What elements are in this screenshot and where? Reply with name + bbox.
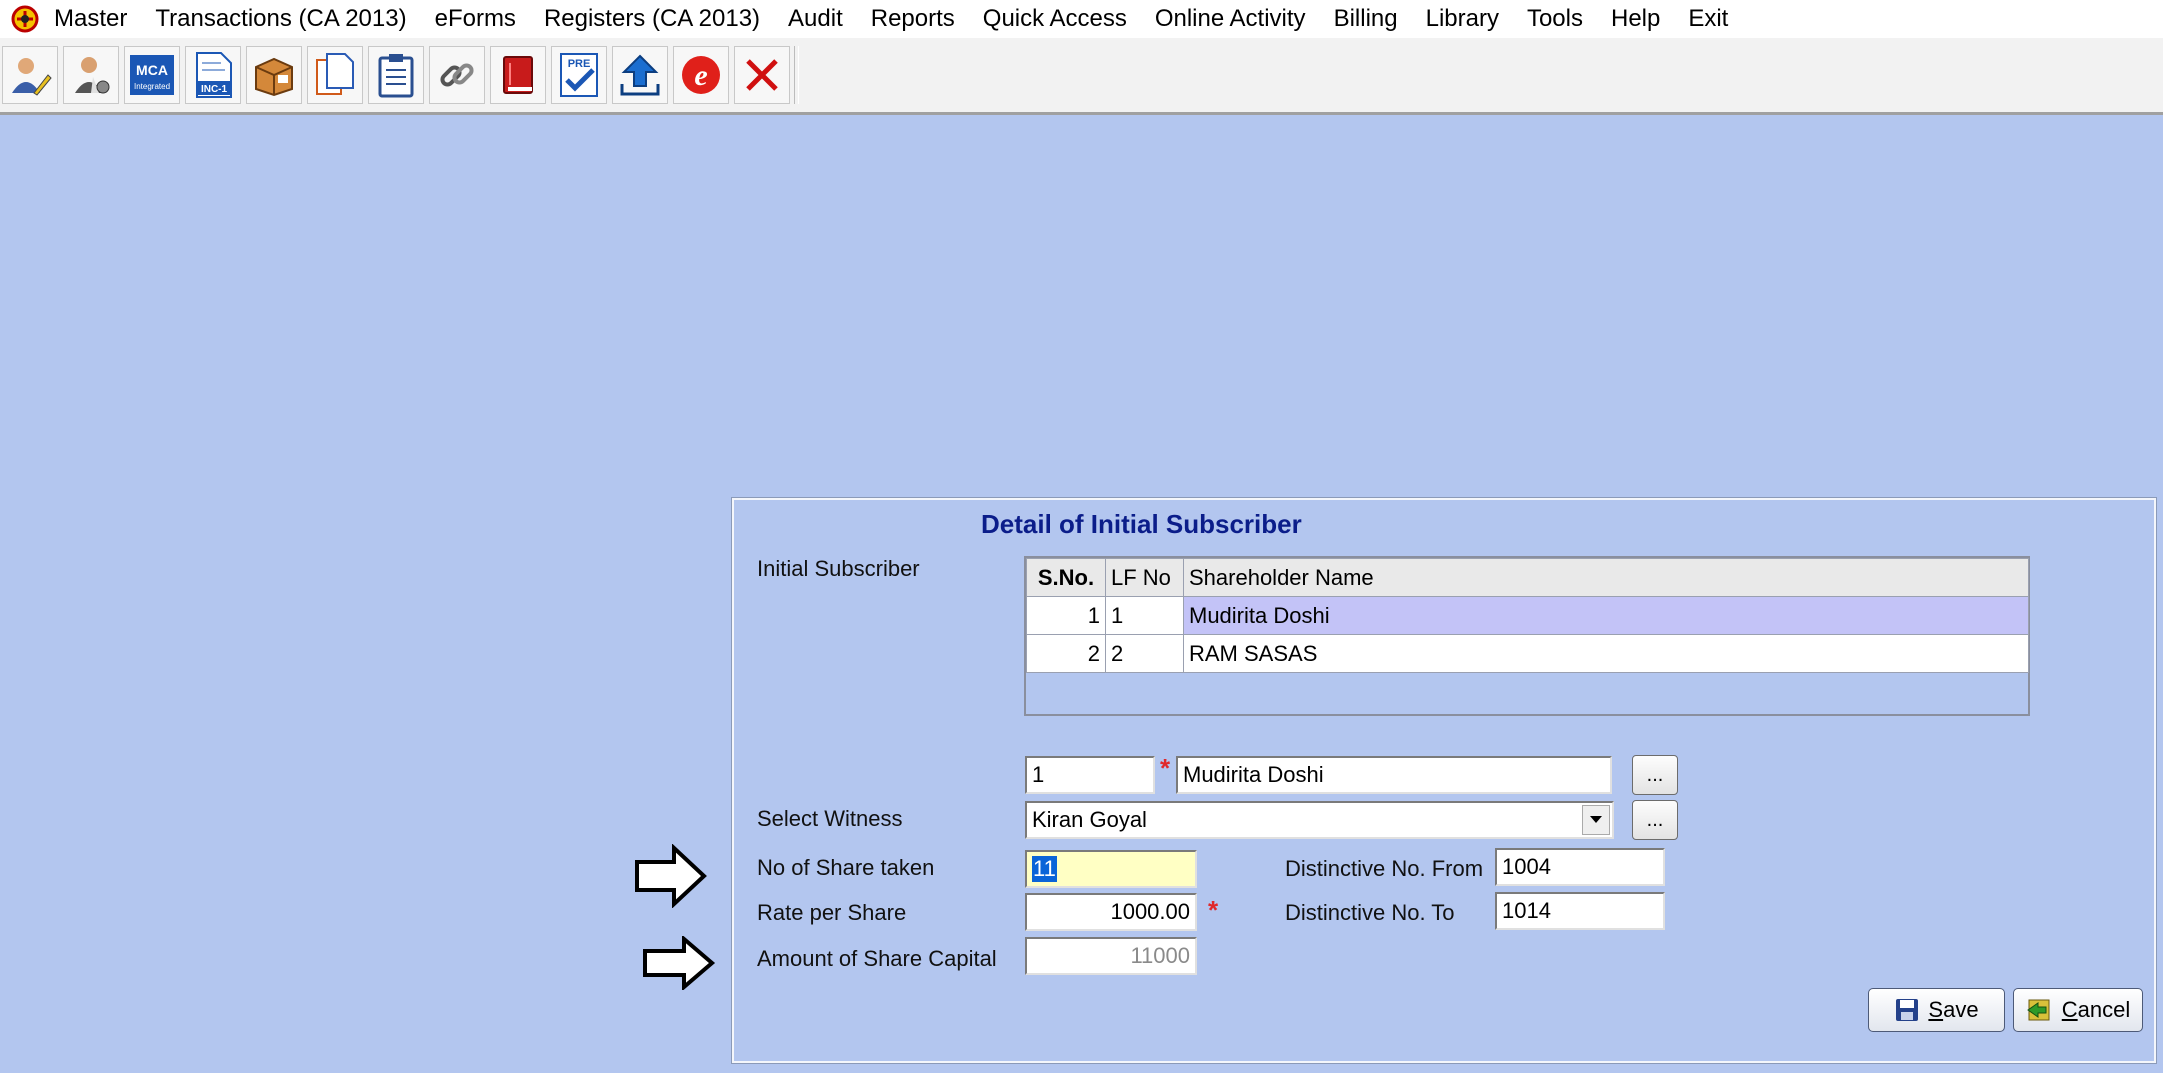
svg-text:INC-1: INC-1 [201, 84, 228, 95]
menu-transactions[interactable]: Transactions (CA 2013) [141, 5, 420, 33]
shares-taken-value: 11 [1032, 856, 1057, 882]
menu-master[interactable]: Master [50, 5, 141, 33]
menu-billing[interactable]: Billing [1320, 5, 1412, 33]
initial-subscriber-label: Initial Subscriber [757, 556, 920, 581]
cell-shareholder-name: Mudirita Doshi [1183, 596, 2029, 635]
user-edit-icon [12, 58, 52, 96]
toolbar-button-user-settings[interactable] [63, 46, 119, 104]
link-chain-icon [440, 63, 474, 87]
box-package-icon [255, 57, 293, 97]
cell-sno: 2 [1026, 634, 1106, 673]
table-row[interactable]: 1 1 Mudirita Doshi [1026, 596, 2029, 635]
browse-subscriber-button[interactable]: ... [1632, 755, 1678, 795]
user-settings-icon [75, 57, 110, 94]
toolbar-button-user-edit[interactable] [2, 46, 58, 104]
subscriber-lf-input[interactable]: 1 [1025, 756, 1155, 794]
menu-tools[interactable]: Tools [1513, 5, 1597, 33]
cancel-door-icon [2026, 999, 2050, 1021]
upload-arrow-icon [620, 54, 660, 96]
column-header-lf-no[interactable]: LF No [1105, 558, 1184, 597]
witness-selected-value: Kiran Goyal [1032, 807, 1147, 832]
share-capital-amount-label: Amount of Share Capital [757, 946, 997, 971]
menu-online-activity[interactable]: Online Activity [1141, 5, 1320, 33]
menu-exit[interactable]: Exit [1674, 5, 1742, 33]
toolbar-button-upload[interactable] [612, 46, 668, 104]
toolbar-button-inc1[interactable]: INC-1 [185, 46, 241, 104]
dialog-title: Detail of Initial Subscriber [981, 509, 1302, 539]
shares-taken-input[interactable]: 11 [1025, 850, 1197, 888]
menu-library[interactable]: Library [1412, 5, 1513, 33]
distinctive-from-label: Distinctive No. From [1285, 856, 1484, 881]
subscriber-name-input[interactable]: Mudirita Doshi [1176, 756, 1612, 794]
toolbar-button-close[interactable] [734, 46, 790, 104]
grid-header-row: S.No. LF No Shareholder Name [1026, 558, 2029, 597]
mca-integrated-icon: MCA Integrated [130, 55, 174, 95]
red-book-icon [503, 56, 533, 94]
pre-check-icon: PRE [560, 53, 598, 97]
subscriber-grid: S.No. LF No Shareholder Name 1 1 Mudirit… [1024, 556, 2030, 716]
required-marker: * [1160, 753, 1171, 783]
rate-per-share-input[interactable]: 1000.00 [1025, 893, 1197, 931]
cancel-button[interactable]: Cancel [2013, 988, 2143, 1032]
cell-lf-no: 1 [1105, 596, 1184, 635]
documents-icon [316, 53, 354, 95]
column-header-shareholder-name[interactable]: Shareholder Name [1183, 558, 2029, 597]
cancel-label: Cancel [2061, 997, 2131, 1022]
svg-text:Integrated: Integrated [134, 82, 170, 91]
cell-shareholder-name: RAM SASAS [1183, 634, 2029, 673]
arrow-right-icon [643, 936, 716, 990]
distinctive-from-input[interactable]: 1004 [1495, 848, 1665, 886]
menu-audit[interactable]: Audit [774, 5, 857, 33]
witness-select[interactable]: Kiran Goyal [1025, 801, 1614, 839]
toolbar-button-link[interactable] [429, 46, 485, 104]
toolbar: MCA Integrated INC-1 PRE e [0, 38, 2163, 115]
distinctive-to-input[interactable]: 1014 [1495, 892, 1665, 930]
distinctive-to-label: Distinctive No. To [1285, 900, 1455, 925]
table-row[interactable]: 2 2 RAM SASAS [1026, 634, 2029, 673]
save-button[interactable]: Save [1868, 988, 2005, 1032]
svg-text:PRE: PRE [568, 58, 591, 70]
menu-quick-access[interactable]: Quick Access [969, 5, 1141, 33]
toolbar-button-documents[interactable] [307, 46, 363, 104]
cell-lf-no: 2 [1105, 634, 1184, 673]
toolbar-button-pre[interactable]: PRE [551, 46, 607, 104]
toolbar-button-mca-integrated[interactable]: MCA Integrated [124, 46, 180, 104]
inc1-form-icon: INC-1 [196, 52, 232, 98]
floppy-disk-icon [1896, 999, 1919, 1021]
toolbar-button-package[interactable] [246, 46, 302, 104]
menu-bar: Master Transactions (CA 2013) eForms Reg… [0, 0, 2163, 39]
initial-subscriber-dialog: Detail of Initial Subscriber Initial Sub… [731, 497, 2157, 1064]
toolbar-button-clipboard[interactable] [368, 46, 424, 104]
toolbar-separator [794, 46, 799, 104]
menu-eforms[interactable]: eForms [421, 5, 530, 33]
rate-per-share-label: Rate per Share [757, 900, 907, 925]
chevron-down-icon[interactable] [1582, 805, 1610, 835]
menu-registers[interactable]: Registers (CA 2013) [530, 5, 774, 33]
menu-help[interactable]: Help [1597, 5, 1674, 33]
toolbar-button-e[interactable]: e [673, 46, 729, 104]
e-logo-icon: e [682, 56, 720, 94]
close-x-icon [746, 59, 778, 91]
menu-reports[interactable]: Reports [857, 5, 969, 33]
clipboard-icon [378, 54, 414, 98]
required-marker: * [1208, 895, 1219, 925]
share-capital-amount-field: 11000 [1025, 937, 1197, 975]
svg-text:e: e [694, 59, 707, 92]
save-label: Save [1928, 997, 1979, 1022]
toolbar-button-book[interactable] [490, 46, 546, 104]
app-logo-icon [11, 5, 39, 33]
column-header-sno[interactable]: S.No. [1026, 558, 1106, 597]
svg-text:MCA: MCA [136, 62, 168, 78]
cell-sno: 1 [1026, 596, 1106, 635]
select-witness-label: Select Witness [757, 806, 903, 831]
arrow-right-icon [635, 844, 707, 908]
shares-taken-label: No of Share taken [757, 855, 935, 880]
browse-witness-button[interactable]: ... [1632, 800, 1678, 840]
